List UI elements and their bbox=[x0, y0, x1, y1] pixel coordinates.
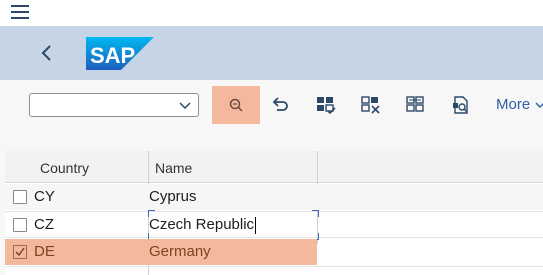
search-icon bbox=[229, 98, 243, 112]
table-row[interactable]: CY Cyprus bbox=[5, 184, 543, 210]
focus-frame bbox=[148, 210, 155, 217]
more-button[interactable]: More bbox=[496, 95, 543, 117]
deselect-icon[interactable] bbox=[360, 94, 382, 116]
shell-bar: SAP bbox=[0, 26, 543, 80]
table-row-selected[interactable]: DE Germany bbox=[5, 239, 543, 265]
chevron-left-icon[interactable] bbox=[39, 43, 55, 63]
cell-name: Cyprus bbox=[149, 188, 197, 205]
checkmark-icon bbox=[15, 247, 25, 257]
cell-country: CY bbox=[34, 188, 55, 205]
row-checkbox[interactable] bbox=[13, 190, 27, 204]
table-header: Country Name bbox=[5, 151, 543, 183]
toolbar: More bbox=[0, 80, 543, 140]
select-block-icon[interactable] bbox=[405, 94, 427, 116]
cell-country: CZ bbox=[34, 216, 54, 233]
results-table: Country Name CY Cyprus CZ Czech Republic… bbox=[5, 151, 543, 275]
sap-logo: SAP bbox=[86, 37, 154, 70]
column-header-country[interactable]: Country bbox=[40, 160, 89, 176]
focus-frame bbox=[312, 210, 319, 217]
variant-dropdown[interactable] bbox=[29, 93, 199, 117]
row-checkbox-checked[interactable] bbox=[13, 245, 27, 259]
chevron-down-icon bbox=[535, 102, 543, 108]
search-button[interactable] bbox=[212, 86, 260, 124]
more-label: More bbox=[496, 96, 531, 113]
print-preview-icon[interactable] bbox=[450, 94, 472, 116]
cell-name-focused[interactable]: Czech Republic bbox=[149, 216, 254, 233]
logo-text: SAP bbox=[90, 43, 135, 68]
table-row[interactable]: CZ Czech Republic bbox=[5, 210, 543, 240]
menu-bar bbox=[0, 0, 543, 26]
row-checkbox[interactable] bbox=[13, 218, 27, 232]
chevron-down-icon bbox=[178, 99, 192, 111]
undo-icon[interactable] bbox=[269, 94, 291, 116]
cell-country: DE bbox=[34, 243, 55, 260]
table-row-partial bbox=[5, 266, 543, 275]
select-all-icon[interactable] bbox=[315, 94, 337, 116]
text-cursor bbox=[255, 217, 256, 234]
cell-name: Germany bbox=[149, 243, 211, 260]
hamburger-icon[interactable] bbox=[10, 3, 30, 21]
column-header-name[interactable]: Name bbox=[155, 160, 192, 176]
